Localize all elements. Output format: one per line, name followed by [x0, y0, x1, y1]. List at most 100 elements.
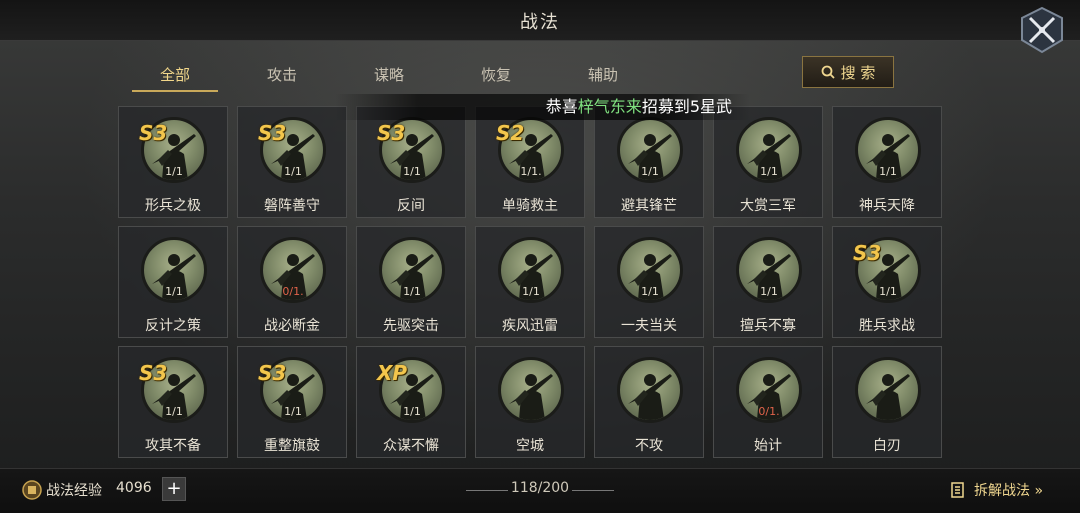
skill-name: 反计之策: [145, 318, 201, 334]
recruit-notice: 恭喜梓气东来招募到5星武: [335, 94, 750, 120]
skill-card[interactable]: 1/1 众谋不懈 XP: [356, 346, 466, 458]
skill-count: 1/1.: [520, 165, 542, 178]
tab-3[interactable]: 恢复: [441, 58, 551, 92]
skill-name: 重整旗鼓: [264, 438, 320, 454]
skill-portrait: 1/1: [736, 237, 802, 303]
skill-card[interactable]: 1/1 攻其不备 S3: [118, 346, 228, 458]
tab-0[interactable]: 全部: [120, 58, 230, 92]
skill-card[interactable]: 0/1. 始计: [713, 346, 823, 458]
skill-card[interactable]: 1/1 神兵天降: [832, 106, 942, 218]
skill-portrait: 1/1: [617, 237, 683, 303]
skill-count: 0/1.: [282, 285, 304, 298]
warrior-silhouette-icon: [628, 374, 672, 420]
tab-4[interactable]: 辅助: [548, 58, 658, 92]
skill-name: 擅兵不寡: [740, 318, 796, 334]
skill-card[interactable]: 1/1 胜兵求战 S3: [832, 226, 942, 338]
crossed-swords-icon: [1021, 6, 1063, 54]
skill-count: 1/1: [165, 285, 183, 298]
skill-level-badge: S2: [496, 121, 525, 145]
skill-name: 空城: [516, 438, 544, 454]
skill-portrait: 1/1: [736, 117, 802, 183]
add-exp-button[interactable]: +: [162, 477, 186, 501]
search-icon: [821, 65, 835, 79]
skill-level-badge: S3: [853, 241, 882, 265]
skill-card[interactable]: 1/1 避其锋芒: [594, 106, 704, 218]
tab-1[interactable]: 攻击: [227, 58, 337, 92]
skill-count: 1/1: [403, 405, 421, 418]
skill-card[interactable]: 1/1 反间 S3: [356, 106, 466, 218]
skill-card[interactable]: 0/1. 战必断金: [237, 226, 347, 338]
notice-suffix: 招募到5星武: [641, 97, 732, 116]
exp-label: 战法经验: [46, 483, 102, 499]
skill-name: 避其锋芒: [621, 198, 677, 214]
skill-name: 单骑救主: [502, 198, 558, 214]
skill-name: 大赏三军: [740, 198, 796, 214]
search-label: 搜 索: [840, 63, 876, 82]
skill-portrait: [617, 357, 683, 423]
skill-count: 1/1: [760, 165, 778, 178]
skill-portrait: 0/1.: [736, 357, 802, 423]
skill-name: 始计: [754, 438, 782, 454]
skill-level-badge: S3: [139, 121, 168, 145]
skill-card[interactable]: 空城: [475, 346, 585, 458]
skill-card[interactable]: 1/1 形兵之极 S3: [118, 106, 228, 218]
tab-2[interactable]: 谋略: [334, 58, 444, 92]
warrior-silhouette-icon: [866, 374, 910, 420]
dismantle-list-icon: [951, 482, 964, 498]
warrior-silhouette-icon: [509, 374, 553, 420]
skill-card[interactable]: 1/1 疾风迅雷: [475, 226, 585, 338]
skill-card[interactable]: 1/1 磐阵善守 S3: [237, 106, 347, 218]
skill-name: 疾风迅雷: [502, 318, 558, 334]
skill-name: 胜兵求战: [859, 318, 915, 334]
dismantle-button[interactable]: 拆解战法 »: [950, 478, 1043, 502]
skill-portrait: 1/1: [379, 237, 445, 303]
skill-name: 白刃: [873, 438, 901, 454]
notice-player-name: 梓气东来: [577, 97, 642, 116]
skill-count: 1/1: [879, 165, 897, 178]
skill-name: 攻其不备: [145, 438, 201, 454]
notice-prefix: 恭喜: [545, 97, 578, 116]
skill-count: 1/1: [284, 405, 302, 418]
skill-count: 1/1: [879, 285, 897, 298]
skill-count: 1/1: [165, 405, 183, 418]
skill-name: 反间: [397, 198, 425, 214]
skill-name: 磐阵善守: [264, 198, 320, 214]
skill-count: 1/1: [522, 285, 540, 298]
skill-name: 形兵之极: [145, 198, 201, 214]
skill-card[interactable]: 1/1 擅兵不寡: [713, 226, 823, 338]
skill-level-badge: XP: [377, 361, 408, 385]
top-bar: 战法: [0, 0, 1080, 41]
skill-card[interactable]: 1/1. 单骑救主 S2: [475, 106, 585, 218]
skill-count: 1/1: [165, 165, 183, 178]
search-button[interactable]: 搜 索: [802, 56, 894, 88]
skill-card[interactable]: 1/1 反计之策: [118, 226, 228, 338]
skill-card[interactable]: 1/1 一夫当关: [594, 226, 704, 338]
skill-level-badge: S3: [258, 121, 287, 145]
skill-level-badge: S3: [258, 361, 287, 385]
skill-level-badge: S3: [377, 121, 406, 145]
skill-card[interactable]: 白刃: [832, 346, 942, 458]
skill-name: 神兵天降: [859, 198, 915, 214]
skill-count: 1/1: [641, 285, 659, 298]
skill-portrait: 1/1: [617, 117, 683, 183]
skill-name: 先驱突击: [383, 318, 439, 334]
skill-level-badge: S3: [139, 361, 168, 385]
skill-count: 0/1.: [758, 405, 780, 418]
skill-portrait: 1/1: [498, 237, 564, 303]
close-button[interactable]: [1016, 4, 1068, 56]
skill-name: 战必断金: [264, 318, 320, 334]
skill-card[interactable]: 不攻: [594, 346, 704, 458]
skill-count: 1/1: [403, 165, 421, 178]
exp-value: 4096: [116, 480, 152, 496]
skill-portrait: [855, 357, 921, 423]
skill-capacity: 118/200: [460, 480, 620, 496]
skill-name: 一夫当关: [621, 318, 677, 334]
skill-card[interactable]: 1/1 重整旗鼓 S3: [237, 346, 347, 458]
skill-count: 1/1: [641, 165, 659, 178]
skill-card[interactable]: 1/1 先驱突击: [356, 226, 466, 338]
skill-portrait: 1/1: [141, 237, 207, 303]
exp-book-icon: [22, 480, 42, 500]
skill-card[interactable]: 1/1 大赏三军: [713, 106, 823, 218]
skill-name: 不攻: [635, 438, 663, 454]
skill-name: 众谋不懈: [383, 438, 439, 454]
